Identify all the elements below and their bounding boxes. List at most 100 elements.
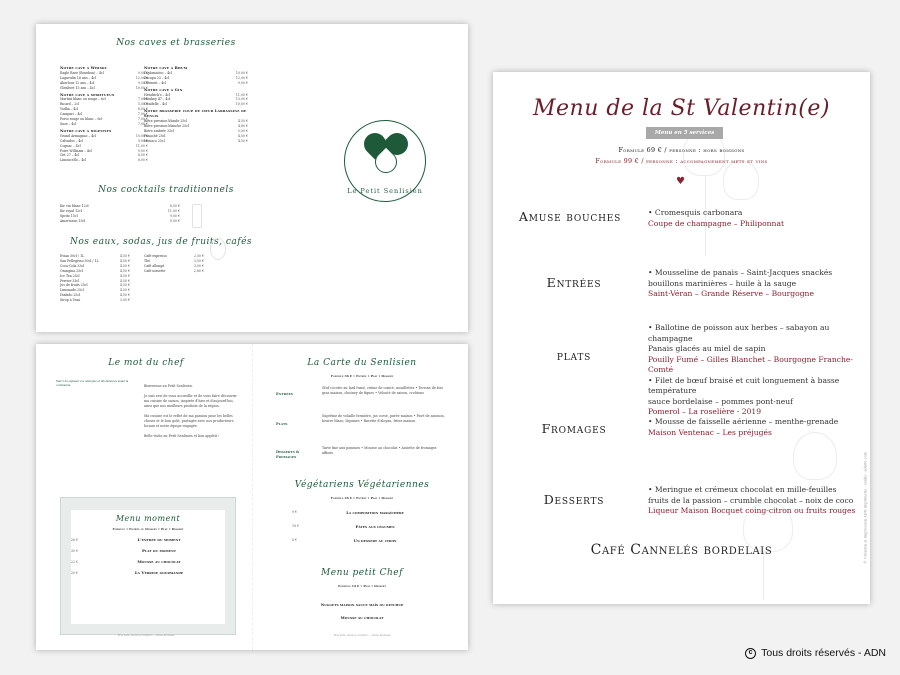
wine-pairing: Liqueur Maison Bocquet coing-citron ou f…: [648, 506, 856, 515]
course-name-entrees: Entrées: [546, 275, 602, 290]
section-title-softs: Nos eaux, sodas, jus de fruits, cafés: [69, 237, 253, 247]
moment-item: 20 € La Verrine gourmande: [71, 570, 219, 575]
section-title-caves: Nos caves et brasseries: [116, 38, 236, 48]
moment-name: Plat du moment: [141, 548, 177, 553]
heart-icon: ♥: [676, 176, 685, 187]
vege-name: Pâtes aux légumes: [355, 524, 395, 529]
menu-moment-title: Menu moment: [115, 514, 181, 523]
flower-illustration: [723, 160, 759, 200]
vege-subtitle: Formule 26 € • Entrée • Plat • Dessert: [330, 496, 394, 500]
vege-list: 9 € La composition maraîchère 16 € Pâtes au…: [292, 510, 432, 552]
item-label: Café noisette: [144, 268, 166, 273]
dish-line: bouillons marinières – huile à la sauge: [648, 278, 797, 288]
section-title-chef: Le mot du chef: [108, 358, 184, 368]
carte-entrees-text: Œuf cocotte au lard fumé, crème de comté…: [322, 386, 444, 395]
footer-right: Prix nets, service compris — taxes inclu…: [333, 634, 391, 637]
drinks-menu-sheet: Nos caves et brasseries Notre cave à Whi…: [36, 24, 468, 332]
carte-plats-text: Suprême de volaille fermière, jus corsé,…: [322, 414, 445, 423]
price-row: Clément – 4cl 9,00 €: [144, 81, 248, 86]
item-price: 2,80 €: [193, 268, 204, 273]
course-name-amuse-bouches: Amuse bouches: [518, 209, 622, 224]
dish-line: • Meringue et crémeux chocolat en mille-…: [648, 485, 837, 494]
dish-line: fruits de la passion – crumble chocolat …: [648, 495, 854, 505]
moment-price: 20 €: [71, 570, 79, 575]
softs-list-2: Café expresso 2,50 € Thé 3,50 € Café allongé…: [144, 254, 204, 274]
course-dishes-amuse-bouches: • Cromesquis carbonara Coupe de champagne…: [648, 208, 858, 229]
item-label: Clément – 4cl: [144, 80, 167, 85]
wine-pairing: Pouilly Fumé – Gilles Blanchet – Bourgog…: [648, 354, 853, 375]
flower-illustration: [793, 432, 837, 480]
menu-badge: Menu en 5 services: [646, 127, 723, 139]
item-price: 9,00 €: [169, 218, 180, 223]
price-row: Citadelle – 4cl 10,00 €: [144, 102, 248, 107]
chef-sidebar-note: Merci de signaler vos allergies et intol…: [56, 380, 129, 387]
footer-left: Prix nets, service compris — taxes inclu…: [117, 634, 175, 637]
petit-chef-subtitle: Formule 14 € • Plat • Dessert: [338, 584, 386, 588]
moment-price: 22 €: [71, 559, 79, 564]
chef-letter-p2: Je suis ravi de vous accueillir et de vo…: [144, 394, 237, 408]
vege-price: 16 €: [292, 524, 300, 528]
dish-line: • Ballotine de poisson aux herbes – saba…: [648, 323, 830, 343]
petit-chef-list: Nuggets maison sauce maïs ou ketchup Mous…: [282, 594, 442, 620]
softs-list-1: Evian 50cl / 1L 4,50 € San Pellegrino 50cl…: [60, 254, 130, 303]
caves-column-1: Notre cave à Whisky Eagle Rare (Bourbon) …: [60, 64, 148, 163]
item-label: Americano 15cl: [60, 218, 86, 223]
vege-name: La composition maraîchère: [346, 510, 404, 515]
price-row: Café noisette 2,80 €: [144, 269, 204, 274]
price-row: Glenlivet 15 ans – 4cl 10,00 €: [60, 86, 148, 91]
petit-chef-item: Mousse au chocolat: [340, 615, 384, 620]
dish-line: • Mousseline de panais – Saint-Jacques s…: [648, 268, 833, 277]
clover-icon: [359, 128, 413, 181]
menu-moment-subtitle: Formule • Entrée ou Dessert • Plat • Des…: [112, 527, 184, 531]
formula-2: Formule 99 € / personne : accompagnement…: [595, 157, 768, 165]
item-label: Sirop à l'eau: [60, 298, 81, 303]
price-row: Limoncello – 4cl 8,00 €: [60, 158, 148, 163]
wine-pairing: Coupe de champagne – Philiponnat: [648, 218, 785, 228]
item-price: 8,00 €: [137, 158, 148, 163]
price-row: Monaco 25cl 4,50 €: [144, 139, 248, 144]
moment-price: 30 €: [71, 548, 79, 553]
price-row: Suze – 4cl 7,00 €: [60, 122, 148, 127]
logo-text: Le Petit Senlisien: [347, 187, 423, 195]
petit-chef-item: Nuggets maison sauce maïs ou ketchup: [320, 602, 404, 607]
item-label: Glenlivet 15 ans – 4cl: [60, 85, 95, 90]
price-row: Sirop à l'eau 3,00 €: [60, 298, 130, 303]
item-price: 9,00 €: [237, 80, 248, 85]
course-dishes-entrees: • Mousseline de panais – Saint-Jacques s…: [648, 268, 858, 300]
chef-letter: Bienvenue au Petit Senlisien. Je suis ra…: [144, 384, 240, 439]
section-title-vege: Végétariens Végétariennes: [294, 480, 430, 490]
vege-price: 9 €: [292, 510, 298, 514]
course-dishes-fromages: • Mousse de faisselle aérienne – menthe-…: [648, 417, 858, 438]
dish-line: sauce bordelaise – pommes pont-neuf: [648, 396, 793, 406]
item-price: 3,00 €: [119, 298, 130, 303]
chef-letter-p3: Ma cuisine est le reflet de ma passion p…: [144, 414, 234, 428]
moment-price: 26 €: [71, 537, 79, 542]
carte-label-plats: Plats: [276, 422, 288, 426]
group-heading: Notre brasserie coup de cœur Larrassine …: [144, 109, 247, 119]
item-label: Monaco 25cl: [144, 138, 165, 143]
chef-letter-p1: Bienvenue au Petit Senlisien.: [144, 384, 193, 388]
copyright-text: Tous droits réservés - ADN: [761, 647, 886, 659]
item-price: 10,00 €: [235, 102, 248, 107]
carte-subtitle: Formule 36 € • Entrée • Plat • Dessert: [330, 374, 394, 378]
moment-item: 30 € Plat du moment: [71, 548, 219, 553]
bottle-illustration: [210, 238, 226, 260]
item-label: Limoncello – 4cl: [60, 158, 87, 163]
wine-pairing: Saint-Véran – Grande Réserve – Bourgogne: [648, 289, 814, 298]
side-credit: © Création & impression ADN imprimerie -…: [864, 452, 868, 564]
dish-line: Panais glacés au miel de sapin: [648, 344, 766, 353]
vege-item: 9 € La composition maraîchère: [292, 510, 432, 515]
moment-item: 22 € Mousse au chocolat: [71, 559, 219, 564]
stem-illustration: [763, 552, 764, 600]
course-name-desserts: Desserts: [543, 492, 605, 507]
glass-illustration: [192, 204, 202, 228]
wine-pairing: Pomerol – La roselière - 2019: [648, 407, 762, 416]
vege-item: 8 € Un dessert au choix: [292, 538, 432, 543]
section-title-cocktails: Nos cocktails traditionnels: [98, 185, 234, 195]
valentine-menu-sheet: Menu de la St Valentin(e) Menu en 5 serv…: [493, 72, 870, 604]
course-dishes-plats: • Ballotine de poisson aux herbes – saba…: [648, 323, 858, 418]
vege-item: 16 € Pâtes aux légumes: [292, 524, 432, 529]
course-name-fromages: Fromages: [541, 421, 607, 436]
menu-moment-card: Menu moment Formule • Entrée ou Dessert …: [71, 510, 225, 624]
chef-sidebar-text: Merci de signaler vos allergies et intol…: [56, 380, 136, 387]
